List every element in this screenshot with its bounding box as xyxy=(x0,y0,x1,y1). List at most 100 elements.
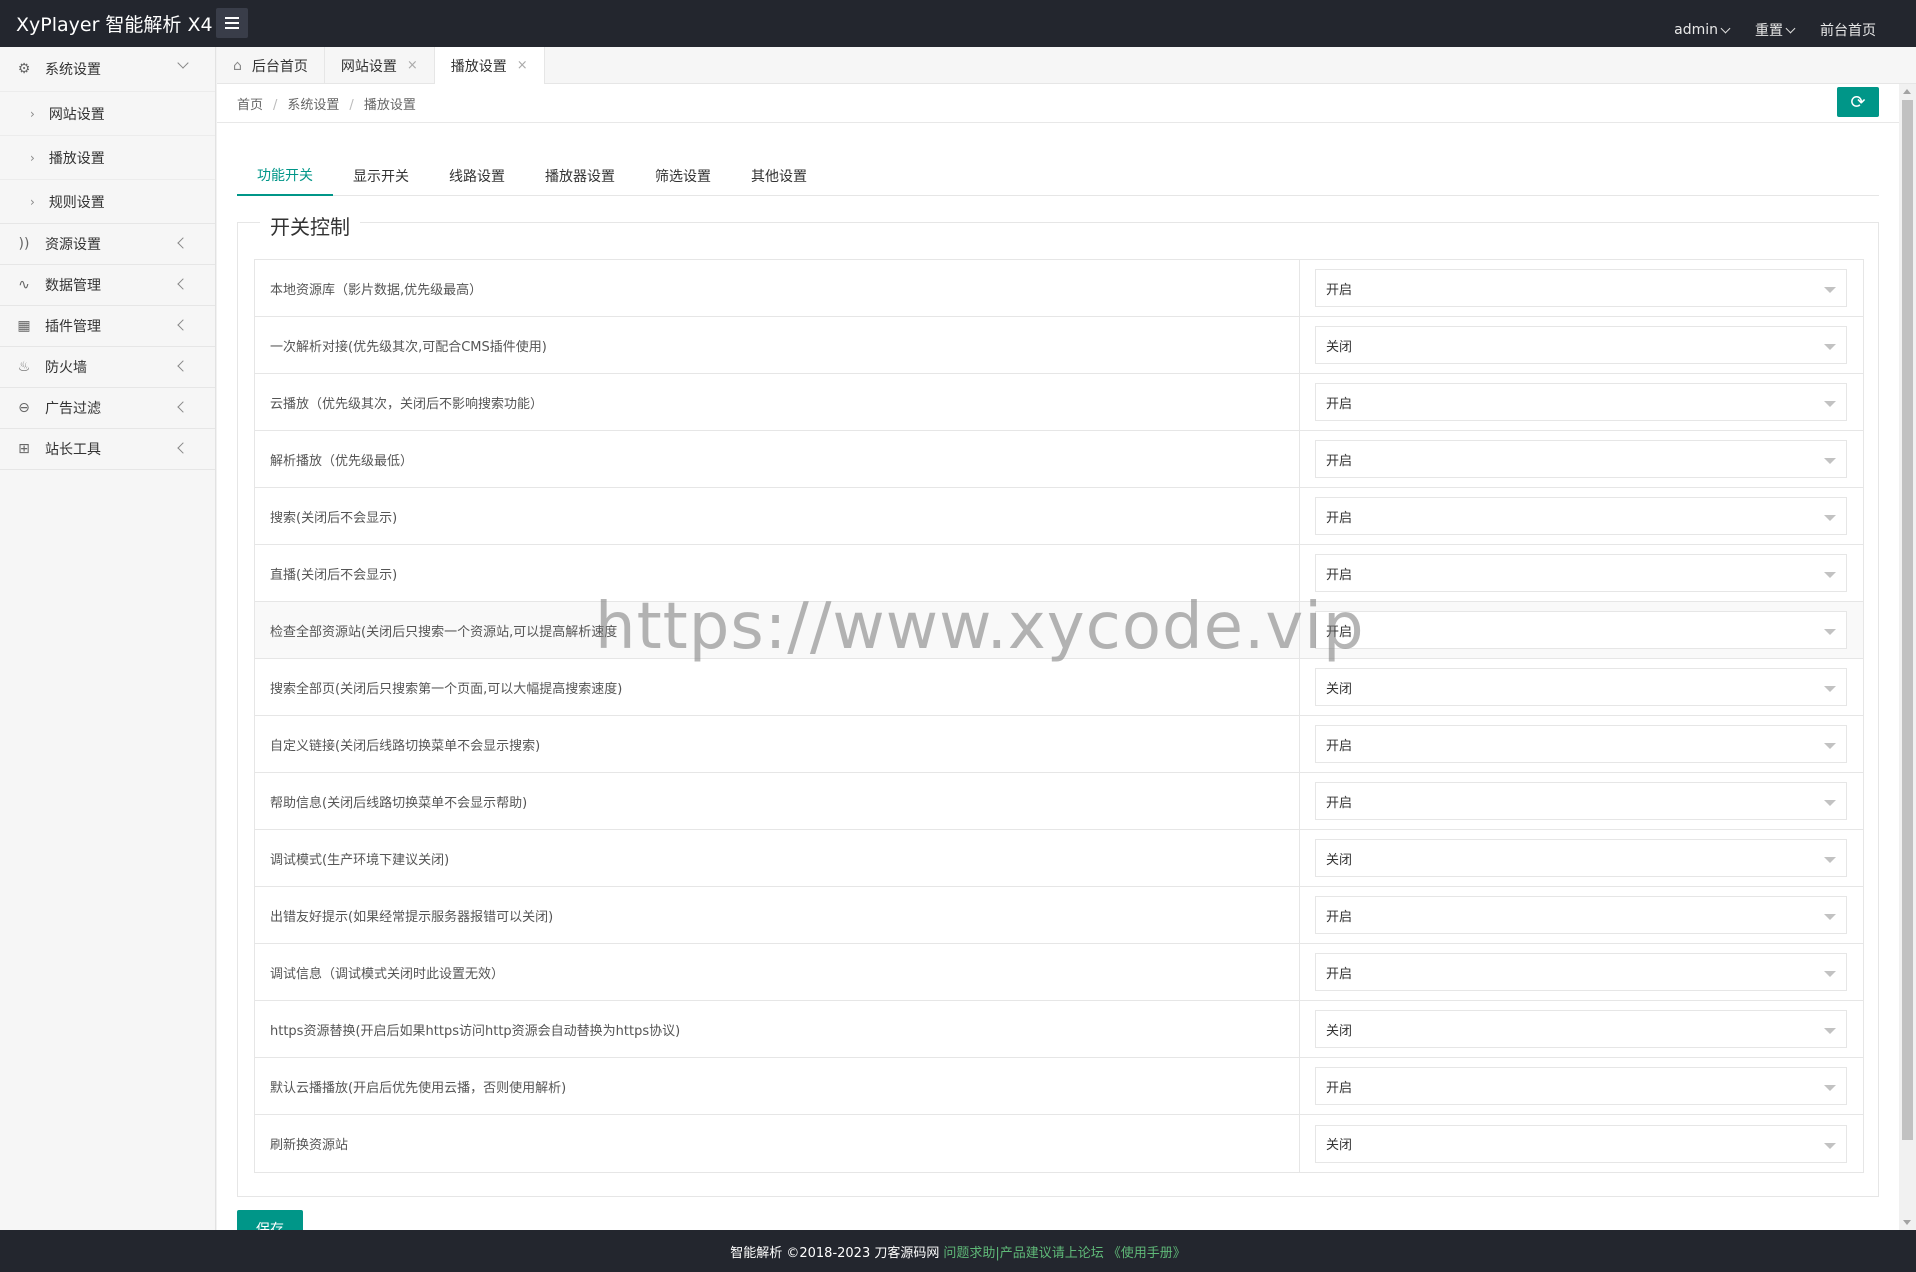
tab-display-switches[interactable]: 显示开关 xyxy=(333,156,429,196)
breadcrumb-system-settings[interactable]: 系统设置 xyxy=(287,98,339,113)
setting-row: 出错友好提示(如果经常提示服务器报错可以关闭) 开启 xyxy=(255,887,1863,944)
breadcrumb-home[interactable]: 首页 xyxy=(237,98,263,113)
switch-control-fieldset: 开关控制 本地资源库（影片数据,优先级最高） 开启 一次解析对接(优先级其次,可配… xyxy=(237,211,1879,1197)
footer-help-link[interactable]: 问题求助|产品建议请上论坛 xyxy=(943,1242,1103,1261)
setting-row: 解析播放（优先级最低） 开启 xyxy=(255,431,1863,488)
setting-select[interactable]: 开启 xyxy=(1315,896,1847,934)
hamburger-icon xyxy=(225,17,239,29)
tab-line-settings[interactable]: 线路设置 xyxy=(429,156,525,196)
setting-select[interactable]: 开启 xyxy=(1315,782,1847,820)
select-value: 关闭 xyxy=(1326,681,1353,697)
sidebar-item-label: 系统设置 xyxy=(45,62,101,78)
sidebar-item-firewall[interactable]: ♨ 防火墙 xyxy=(0,347,215,387)
tab-other-settings[interactable]: 其他设置 xyxy=(731,156,827,196)
sidebar-item-label: 广告过滤 xyxy=(45,401,101,417)
footer-manual-link[interactable]: 《使用手册》 xyxy=(1108,1242,1186,1261)
frontend-home-link[interactable]: 前台首页 xyxy=(1820,20,1876,40)
caret-down-icon xyxy=(1824,401,1836,407)
select-value: 开启 xyxy=(1326,795,1353,811)
setting-row: 本地资源库（影片数据,优先级最高） 开启 xyxy=(255,260,1863,317)
setting-row: 云播放（优先级其次，关闭后不影响搜索功能） 开启 xyxy=(255,374,1863,431)
select-value: 开启 xyxy=(1326,909,1353,925)
tab-dashboard[interactable]: ⌂ 后台首页 xyxy=(217,47,325,84)
tab-site-settings[interactable]: 网站设置 × xyxy=(325,47,435,84)
chevron-left-icon xyxy=(177,237,189,249)
footer: 智能解析 ©2018-2023 刀客源码网 问题求助|产品建议请上论坛 《使用手… xyxy=(0,1230,1916,1272)
refresh-button[interactable]: ⟳ xyxy=(1837,87,1879,117)
setting-select[interactable]: 开启 xyxy=(1315,440,1847,478)
save-button[interactable]: 保存 xyxy=(237,1210,303,1230)
caret-down-icon xyxy=(1824,857,1836,863)
top-header: XyPlayer 智能解析 X4 admin 重置 前台首页 xyxy=(0,0,1916,47)
reset-menu[interactable]: 重置 xyxy=(1755,20,1796,40)
tab-filter-settings[interactable]: 筛选设置 xyxy=(635,156,731,196)
sidebar-item-resource-settings[interactable]: )) 资源设置 xyxy=(0,224,215,264)
setting-select[interactable]: 开启 xyxy=(1315,269,1847,307)
chevron-down-icon xyxy=(1785,23,1796,33)
breadcrumb: 首页 / 系统设置 / 播放设置 xyxy=(237,94,416,113)
select-value: 开启 xyxy=(1326,282,1353,298)
caret-down-icon xyxy=(1824,344,1836,350)
close-icon[interactable]: × xyxy=(407,58,418,73)
setting-select[interactable]: 开启 xyxy=(1315,953,1847,991)
setting-select[interactable]: 开启 xyxy=(1315,725,1847,763)
setting-select[interactable]: 开启 xyxy=(1315,611,1847,649)
setting-row: 搜索全部页(关闭后只搜索第一个页面,可以大幅提高搜索速度) 关闭 xyxy=(255,659,1863,716)
setting-select[interactable]: 关闭 xyxy=(1315,668,1847,706)
scroll-down-icon[interactable] xyxy=(1903,1220,1911,1225)
tab-label: 后台首页 xyxy=(251,58,308,75)
tab-feature-switches[interactable]: 功能开关 xyxy=(237,156,333,196)
setting-select[interactable]: 关闭 xyxy=(1315,1010,1847,1048)
sidebar-item-label: 防火墙 xyxy=(45,360,87,376)
form-tabs: 功能开关 显示开关 线路设置 播放器设置 筛选设置 其他设置 xyxy=(237,156,1879,196)
setting-label: 云播放（优先级其次，关闭后不影响搜索功能） xyxy=(255,374,1300,430)
close-icon[interactable]: × xyxy=(517,58,528,73)
plugin-icon: ▦ xyxy=(17,318,31,334)
chevron-left-icon xyxy=(177,442,189,454)
sidebar-item-data-management[interactable]: ∿ 数据管理 xyxy=(0,265,215,305)
setting-select[interactable]: 关闭 xyxy=(1315,1124,1847,1163)
chevron-left-icon xyxy=(177,401,189,413)
scroll-thumb[interactable] xyxy=(1902,100,1913,1140)
sidebar-item-label: 站长工具 xyxy=(45,442,101,458)
vertical-scrollbar[interactable] xyxy=(1899,84,1916,1230)
tab-play-settings[interactable]: 播放设置 × xyxy=(434,47,545,84)
tab-player-settings[interactable]: 播放器设置 xyxy=(525,156,635,196)
sidebar-item-rule-settings[interactable]: › 规则设置 xyxy=(0,179,215,223)
select-value: 开启 xyxy=(1326,738,1353,754)
setting-row: 调试信息（调试模式关闭时此设置无效） 开启 xyxy=(255,944,1863,1001)
setting-label: 默认云播播放(开启后优先使用云播，否则使用解析) xyxy=(255,1058,1300,1114)
setting-select[interactable]: 开启 xyxy=(1315,497,1847,535)
select-value: 开启 xyxy=(1326,453,1353,469)
select-value: 关闭 xyxy=(1326,1138,1353,1153)
sidebar-item-label: 资源设置 xyxy=(45,237,101,253)
admin-label: admin xyxy=(1674,22,1718,38)
select-value: 开启 xyxy=(1326,396,1353,412)
caret-down-icon xyxy=(1824,686,1836,692)
sidebar-item-webmaster-tools[interactable]: ⊞ 站长工具 xyxy=(0,429,215,469)
setting-select[interactable]: 开启 xyxy=(1315,383,1847,421)
setting-select[interactable]: 关闭 xyxy=(1315,326,1847,364)
sidebar-item-ad-filter[interactable]: ⊖ 广告过滤 xyxy=(0,388,215,428)
setting-select[interactable]: 开启 xyxy=(1315,1067,1847,1105)
scroll-up-icon[interactable] xyxy=(1903,89,1911,94)
admin-menu[interactable]: admin xyxy=(1674,20,1731,40)
sidebar-item-site-settings[interactable]: › 网站设置 xyxy=(0,91,215,135)
setting-row: 刷新换资源站 关闭 xyxy=(255,1115,1863,1172)
breadcrumb-separator: / xyxy=(273,98,278,113)
sidebar-item-plugin-management[interactable]: ▦ 插件管理 xyxy=(0,306,215,346)
setting-label: 出错友好提示(如果经常提示服务器报错可以关闭) xyxy=(255,887,1300,943)
sidebar-item-system-settings[interactable]: ⚙ 系统设置 xyxy=(0,47,215,91)
rss-icon: )) xyxy=(18,236,30,252)
setting-row: 一次解析对接(优先级其次,可配合CMS插件使用) 关闭 xyxy=(255,317,1863,374)
setting-label: 自定义链接(关闭后线路切换菜单不会显示搜索) xyxy=(255,716,1300,772)
setting-select[interactable]: 开启 xyxy=(1315,554,1847,592)
caret-down-icon xyxy=(1824,1028,1836,1034)
sidebar-item-label: 规则设置 xyxy=(48,194,105,211)
sidebar-item-play-settings[interactable]: › 播放设置 xyxy=(0,135,215,179)
footer-copyright: 智能解析 ©2018-2023 刀客源码网 xyxy=(730,1245,940,1261)
menu-toggle-button[interactable] xyxy=(216,8,248,38)
select-value: 开启 xyxy=(1326,624,1353,640)
fieldset-legend: 开关控制 xyxy=(260,211,360,240)
setting-select[interactable]: 关闭 xyxy=(1315,839,1847,877)
